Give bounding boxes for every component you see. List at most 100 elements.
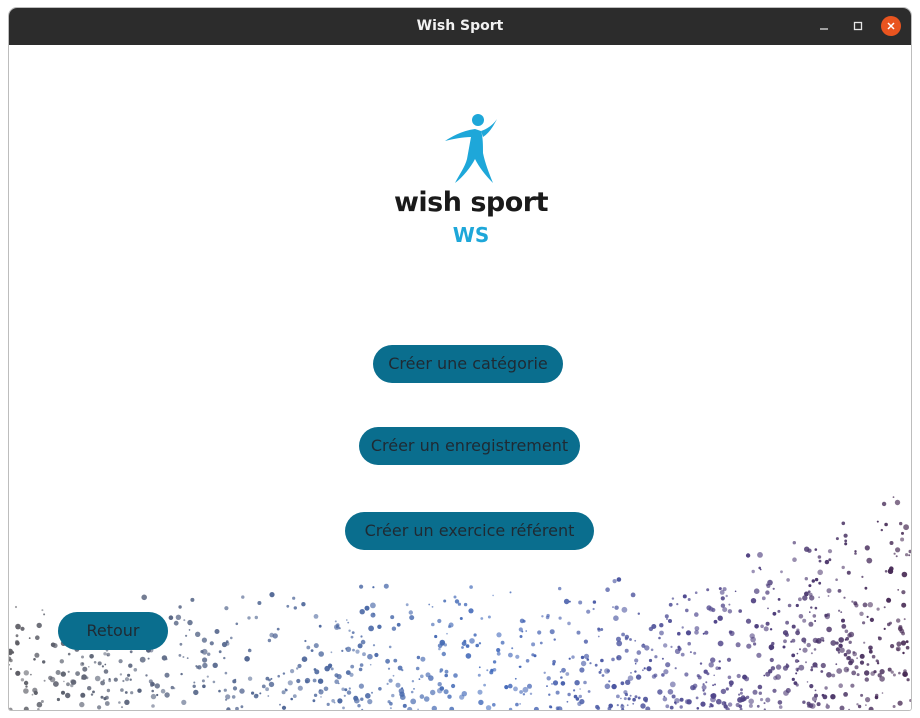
decorative-dot [405, 603, 409, 607]
decorative-dot [388, 645, 392, 649]
decorative-dot [453, 673, 458, 678]
decorative-dot [439, 670, 442, 673]
decorative-dot [67, 670, 70, 673]
close-button[interactable] [881, 16, 901, 36]
decorative-dot [632, 702, 635, 705]
decorative-dot [259, 692, 262, 695]
decorative-dot [361, 708, 364, 710]
decorative-dot [389, 707, 392, 710]
decorative-dot [604, 668, 610, 674]
decorative-dot [192, 684, 196, 688]
back-button[interactable]: Retour [58, 612, 168, 650]
decorative-dot [663, 643, 668, 648]
decorative-dot [389, 701, 393, 706]
decorative-dot [370, 612, 376, 618]
decorative-dot [301, 602, 306, 607]
minimize-icon [820, 28, 828, 30]
decorative-dot [881, 501, 887, 507]
decorative-dot [383, 583, 389, 589]
decorative-dot [753, 588, 760, 594]
title-bar[interactable]: Wish Sport [9, 8, 911, 45]
decorative-dot [865, 697, 871, 703]
decorative-dot [350, 664, 355, 669]
decorative-dot [594, 663, 598, 667]
decorative-dot [727, 609, 733, 614]
decorative-dot [139, 656, 146, 663]
decorative-dot [25, 685, 28, 688]
decorative-dot [187, 619, 193, 626]
decorative-dot [720, 603, 726, 608]
decorative-dot [327, 664, 332, 669]
decorative-dot [251, 691, 255, 695]
decorative-dot [663, 695, 666, 698]
decorative-dot [150, 681, 155, 686]
decorative-dot [558, 616, 562, 620]
decorative-dot [837, 651, 841, 654]
decorative-dot [190, 597, 195, 602]
decorative-dot [739, 707, 743, 710]
decorative-dot [60, 671, 66, 677]
decorative-dot [626, 704, 629, 707]
decorative-dot [634, 662, 637, 665]
decorative-dot [310, 649, 314, 652]
decorative-dot [277, 674, 281, 678]
maximize-button[interactable] [848, 16, 868, 36]
decorative-dot [744, 676, 750, 682]
decorative-dot [786, 578, 790, 582]
decorative-dot [645, 706, 651, 710]
decorative-dot [53, 681, 59, 687]
decorative-dot [620, 697, 622, 700]
decorative-dot [478, 642, 482, 645]
decorative-dot [796, 669, 799, 672]
decorative-dot [812, 662, 818, 668]
decorative-dot [651, 624, 657, 629]
decorative-dot [716, 698, 722, 705]
decorative-dot [726, 657, 732, 662]
decorative-dot [843, 533, 848, 538]
decorative-dot [851, 670, 857, 676]
decorative-dot [808, 584, 812, 588]
decorative-dot [727, 675, 732, 680]
decorative-dot [664, 614, 669, 619]
decorative-dot [728, 630, 733, 634]
decorative-dot [284, 688, 287, 691]
decorative-dot [892, 673, 896, 677]
decorative-dot [598, 670, 602, 674]
decorative-dot [802, 618, 807, 623]
decorative-dot [253, 693, 259, 699]
decorative-dot [515, 702, 519, 707]
decorative-dot [804, 591, 809, 597]
decorative-dot [461, 646, 464, 649]
decorative-dot [410, 690, 414, 694]
decorative-dot [809, 611, 811, 613]
decorative-dot [866, 557, 873, 564]
decorative-dot [453, 595, 457, 599]
decorative-dot [806, 642, 811, 648]
decorative-dot [865, 704, 867, 706]
create-category-button[interactable]: Créer une catégorie [373, 345, 563, 383]
decorative-dot [156, 693, 159, 697]
decorative-dot [465, 644, 470, 648]
decorative-dot [525, 659, 530, 663]
minimize-button[interactable] [814, 16, 834, 36]
decorative-dot [306, 645, 311, 650]
create-record-button[interactable]: Créer un enregistrement [359, 427, 580, 465]
decorative-dot [880, 528, 883, 532]
decorative-dot [897, 589, 900, 591]
decorative-dot [814, 548, 818, 551]
decorative-dot [630, 672, 632, 674]
decorative-dot [896, 641, 902, 647]
decorative-dot [848, 640, 852, 644]
decorative-dot [568, 600, 571, 603]
decorative-dot [372, 644, 376, 647]
create-exercise-button[interactable]: Créer un exercice référent [345, 512, 594, 550]
decorative-dot [402, 703, 407, 708]
decorative-dot [519, 635, 523, 638]
decorative-dot [640, 703, 646, 709]
decorative-dot [905, 553, 909, 557]
decorative-dot [752, 689, 758, 695]
decorative-dot [809, 684, 814, 689]
decorative-dot [15, 623, 21, 630]
decorative-dot [247, 616, 251, 620]
decorative-dot [583, 653, 590, 660]
